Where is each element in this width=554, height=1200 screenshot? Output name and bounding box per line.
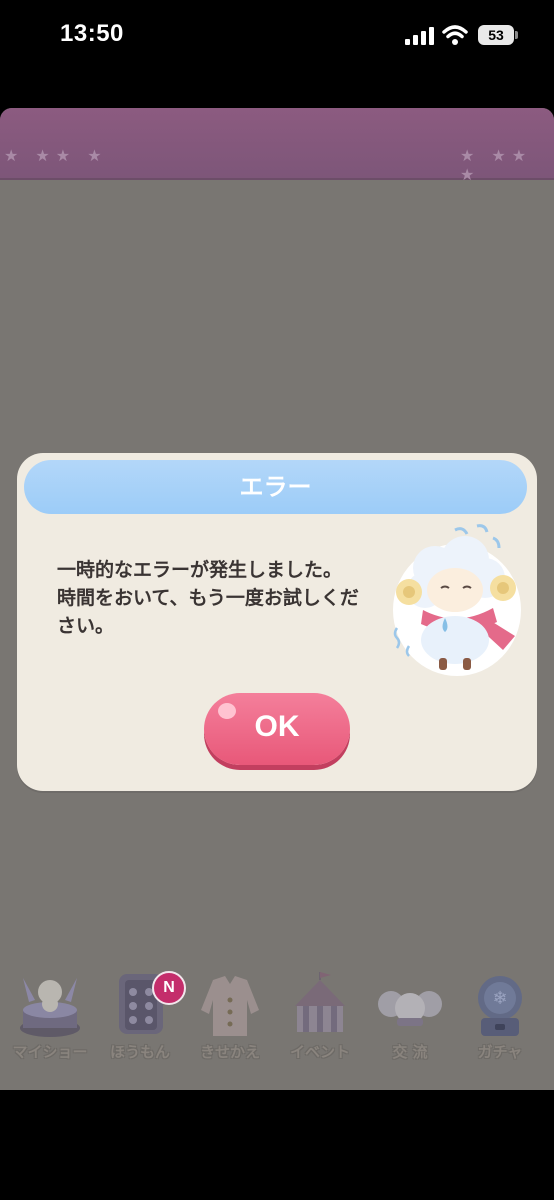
top-banner: ★ ★★ ★ ★ ★★ ★ — [0, 108, 554, 184]
bottom-bar — [0, 1090, 554, 1200]
music-box-icon — [20, 978, 80, 1037]
ok-button[interactable]: OK — [204, 693, 350, 765]
nav-label: マイショー — [12, 1043, 88, 1061]
battery-indicator: 53 — [478, 25, 514, 45]
notification-badge: N — [152, 971, 186, 1005]
circus-tent-icon — [295, 972, 345, 1032]
wifi-icon — [442, 25, 468, 45]
nav-item-dress-up[interactable]: きせかえ — [185, 968, 275, 1068]
svg-text:❄: ❄ — [492, 988, 507, 1009]
nav-label: きせかえ — [199, 1043, 260, 1061]
dialog-title: エラー — [239, 473, 312, 501]
nav-item-gacha[interactable]: ❄ ガチャ — [455, 968, 545, 1068]
ok-button-label: OK — [254, 710, 300, 743]
error-dialog: エラー 一時的なエラーが発生しました。 時間をおいて、もう一度お試しくだ さい。 — [17, 453, 537, 791]
dialog-header: エラー — [24, 460, 527, 514]
star-decoration-icon: ★ ★★ ★ — [460, 146, 533, 184]
nav-label: イベント — [289, 1043, 350, 1061]
battery-nub — [515, 31, 518, 39]
nav-label: 交 流 — [392, 1043, 428, 1061]
sheep-mascot-icon — [393, 524, 521, 676]
status-time: 13:50 — [60, 20, 124, 47]
status-bar: 13:50 53 — [0, 0, 554, 72]
dialog-message: 一時的なエラーが発生しました。 時間をおいて、もう一度お試しくだ さい。 — [57, 559, 359, 637]
nav-item-my-show[interactable]: マイショー — [5, 968, 95, 1068]
nav-label: ほうもん — [109, 1043, 170, 1061]
friends-icon — [378, 991, 442, 1026]
coat-icon — [201, 976, 259, 1036]
star-decoration-icon: ★ ★★ ★ — [4, 146, 108, 165]
cellular-signal-icon — [405, 27, 434, 45]
bottom-nav: マイショー ほうもん きせかえ イベント 交 流 ❄ ガチャ N — [0, 968, 554, 1068]
nav-item-social[interactable]: 交 流 — [365, 968, 455, 1068]
nav-item-event[interactable]: イベント — [275, 968, 365, 1068]
nav-label: ガチャ — [477, 1043, 523, 1061]
gacha-icon: ❄ — [478, 976, 522, 1036]
